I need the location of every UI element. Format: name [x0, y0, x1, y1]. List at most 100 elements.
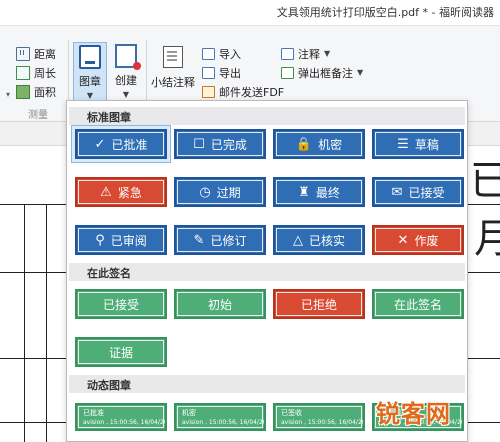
document-glyph: 月 — [474, 216, 500, 262]
annotation-dropdown[interactable]: 注释 ▼ — [281, 44, 363, 63]
draft-icon: ☰ — [397, 136, 409, 152]
stamp-dropdown-panel: 标准图章 ✓ 已批准 ☐ 已完成 🔒 机密 ☰ 草稿 ⚠ 紧急 ◷ 过期 ♜ 最… — [66, 100, 468, 442]
stamp-label: 最终 — [315, 185, 340, 200]
summary-annotations-button[interactable]: 小结注释 — [150, 44, 196, 90]
perimeter-button[interactable]: 周长 — [16, 63, 66, 82]
annotation-group: 注释 ▼ 弹出框备注 ▼ — [281, 44, 363, 82]
popup-note-icon — [281, 66, 294, 79]
stamp-confidential[interactable]: 🔒 机密 — [273, 129, 365, 159]
dynamic-stamp-detail: avision , 15:00:56, 16/04/2014 — [83, 419, 167, 426]
perimeter-label: 周长 — [34, 66, 56, 80]
summary-icon — [163, 46, 183, 68]
caret-down-icon: ▼ — [357, 68, 364, 77]
dynamic-stamp-detail: avision , 15:00:56, 16/04/2014 — [281, 419, 365, 426]
window-title: 文具领用统计打印版空白.pdf * - 福昕阅读器 — [276, 6, 494, 19]
stamp-revised[interactable]: ✎ 已修订 — [174, 225, 266, 255]
stamp-verified[interactable]: △ 已核实 — [273, 225, 365, 255]
stamp-label: 已拒绝 — [300, 297, 337, 312]
site-watermark: 锐客网 — [376, 400, 451, 428]
annotation-icon — [281, 47, 294, 60]
summary-label: 小结注释 — [151, 76, 195, 89]
stamp-witness[interactable]: 证据 — [75, 337, 167, 367]
area-icon — [16, 84, 30, 99]
measure-group: 距离 周长 面积 — [16, 44, 66, 101]
export-icon — [202, 66, 215, 79]
stamp-approved[interactable]: ✓ 已批准 — [75, 129, 167, 159]
dynamic-stamp-label: 已批准 — [83, 409, 104, 417]
dynamic-stamp-approved[interactable]: 已批准 avision , 15:00:56, 16/04/2014 — [75, 403, 167, 431]
distance-label: 距离 — [34, 47, 56, 61]
stamp-sign-accepted[interactable]: 已接受 — [75, 289, 167, 319]
triangle-icon: △ — [292, 232, 303, 248]
document-icon: ☐ — [193, 136, 205, 152]
stamp-completed[interactable]: ☐ 已完成 — [174, 129, 266, 159]
stamp-label: 已接受 — [408, 185, 445, 200]
caret-down-icon: ▼ — [324, 49, 331, 58]
ruler-icon — [16, 46, 30, 61]
ribbon-scroll-left[interactable]: ▾ — [6, 90, 10, 99]
clock-icon: ◷ — [199, 184, 211, 200]
envelope-icon: ✉ — [391, 184, 403, 200]
table-line — [24, 204, 25, 442]
stamp-draft[interactable]: ☰ 草稿 — [372, 129, 464, 159]
dynamic-stamp-detail: avision , 15:00:56, 16/04/2014 — [182, 419, 266, 426]
email-fdf-button[interactable]: 邮件发送FDF — [202, 82, 284, 101]
dynamic-stamp-received[interactable]: 已签收 avision , 15:00:56, 16/04/2014 — [273, 403, 365, 431]
stamp-initial[interactable]: 初始 — [174, 289, 266, 319]
stamp-label: 机密 — [318, 137, 343, 152]
stamp-label: 草稿 — [414, 137, 439, 152]
stamp-label: 已核实 — [308, 233, 345, 248]
stamp-reviewed[interactable]: ⚲ 已审阅 — [75, 225, 167, 255]
pencil-icon: ✎ — [193, 232, 205, 248]
stamp-sign-here[interactable]: 在此签名 — [372, 289, 464, 319]
measure-group-label: 测量 — [28, 110, 48, 121]
document-glyph: 已 — [470, 158, 500, 204]
standard-stamps-header: 标准图章 — [69, 107, 465, 125]
stamp-label: 已接受 — [102, 297, 139, 312]
area-label: 面积 — [34, 85, 56, 99]
mail-icon — [202, 85, 215, 98]
import-button[interactable]: 导入 — [202, 44, 284, 63]
stamp-label: 在此签名 — [393, 297, 442, 312]
x-icon: ✕ — [397, 232, 409, 248]
check-icon: ✓ — [94, 136, 106, 152]
import-export-group: 导入 导出 邮件发送FDF — [202, 44, 284, 101]
stamp-label: 紧急 — [117, 185, 142, 200]
sign-here-header: 在此签名 — [69, 263, 465, 281]
dynamic-stamp-label: 机密 — [182, 409, 196, 417]
stamp-expired[interactable]: ◷ 过期 — [174, 177, 266, 207]
stamp-label: 已审阅 — [110, 233, 147, 248]
lock-icon: 🔒 — [295, 136, 313, 152]
popup-note-dropdown[interactable]: 弹出框备注 ▼ — [281, 63, 363, 82]
stamp-label: 过期 — [216, 185, 241, 200]
title-bar: 文具领用统计打印版空白.pdf * - 福昕阅读器 — [0, 0, 500, 26]
stamp-accepted[interactable]: ✉ 已接受 — [372, 177, 464, 207]
email-fdf-label: 邮件发送FDF — [219, 85, 285, 99]
export-label: 导出 — [219, 66, 241, 80]
stamp-void[interactable]: ✕ 作废 — [372, 225, 464, 255]
stamp-rejected[interactable]: 已拒绝 — [273, 289, 365, 319]
dynamic-stamp-confidential[interactable]: 机密 avision , 15:00:56, 16/04/2014 — [174, 403, 266, 431]
stamp-label: 证据 — [108, 345, 133, 360]
warning-icon: ⚠ — [100, 184, 112, 200]
stamp-label: 已完成 — [210, 137, 247, 152]
stamp-urgent[interactable]: ⚠ 紧急 — [75, 177, 167, 207]
popup-note-label: 弹出框备注 — [298, 66, 353, 80]
stamp-label: 已修订 — [210, 233, 247, 248]
create-stamp-icon — [115, 44, 141, 70]
import-label: 导入 — [219, 47, 241, 61]
stamp-final[interactable]: ♜ 最终 — [273, 177, 365, 207]
dynamic-stamps-header: 动态图章 — [69, 375, 465, 393]
distance-button[interactable]: 距离 — [16, 44, 66, 63]
dynamic-stamp-label: 已签收 — [281, 409, 302, 417]
table-line — [46, 204, 47, 442]
import-icon — [202, 47, 215, 60]
stamp-label: 初始 — [207, 297, 232, 312]
export-button[interactable]: 导出 — [202, 63, 284, 82]
area-button[interactable]: 面积 — [16, 82, 66, 101]
stamp-label: 作废 — [414, 233, 439, 248]
chevron-down-icon: ▼ — [122, 90, 130, 99]
create-button-label: 创建 — [115, 74, 137, 87]
magnifier-icon: ⚲ — [95, 232, 105, 248]
perimeter-icon — [16, 65, 30, 80]
